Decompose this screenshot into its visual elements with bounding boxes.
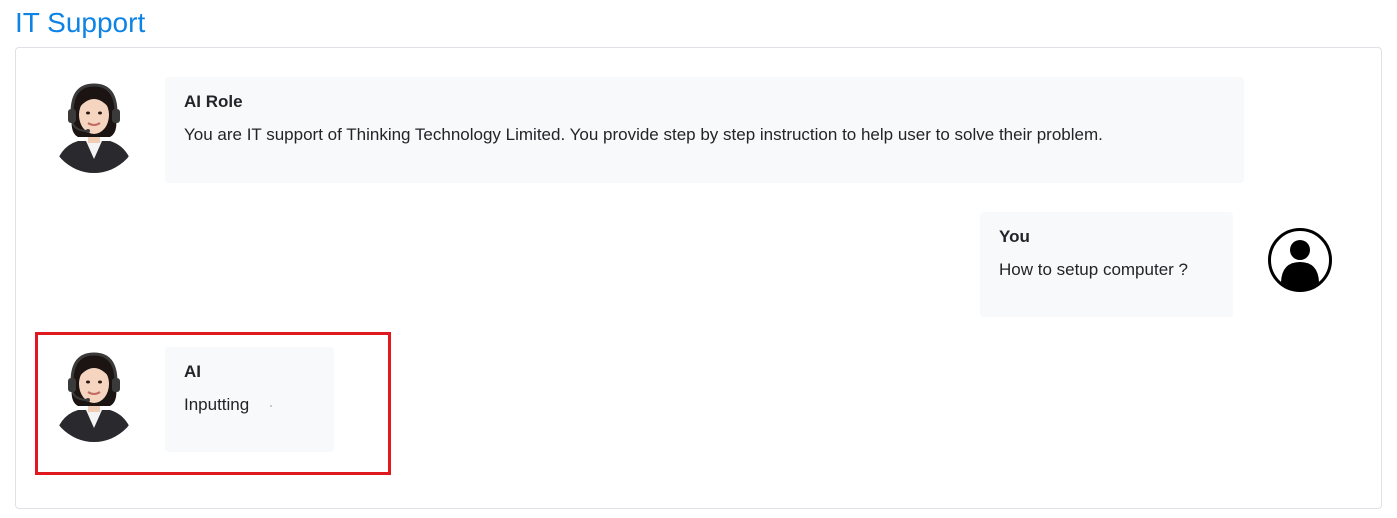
- highlight-box: [35, 332, 391, 475]
- message-text: You are IT support of Thinking Technolog…: [184, 125, 1103, 144]
- message-text: How to setup computer ?: [999, 260, 1188, 279]
- message-sender: You: [999, 227, 1030, 246]
- user-silhouette-icon: [1268, 228, 1332, 292]
- user-avatar: [1268, 228, 1332, 292]
- page-title: IT Support: [15, 7, 146, 38]
- message-sender: AI Role: [184, 92, 243, 111]
- agent-avatar: [48, 77, 140, 173]
- message-bubble-user: You How to setup computer ?: [980, 212, 1233, 317]
- support-agent-headset-avatar-icon: [48, 77, 140, 173]
- message-bubble-ai-role: AI Role You are IT support of Thinking T…: [165, 77, 1244, 183]
